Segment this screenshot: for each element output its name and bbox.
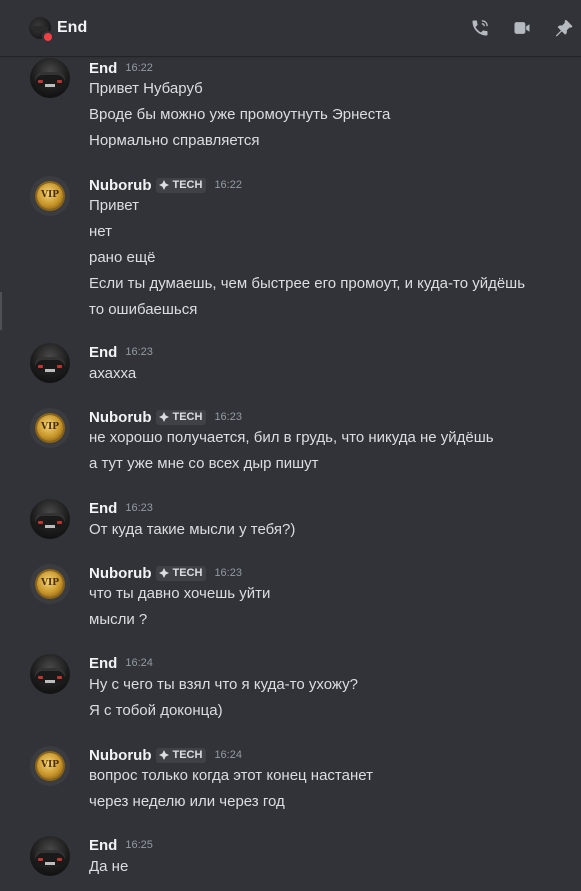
message-text: ахахха: [89, 365, 137, 382]
diamond-icon: [159, 750, 170, 760]
server-tag-badge[interactable]: TECH: [156, 177, 207, 193]
message-text: От куда такие мысли у тебя?): [89, 521, 296, 538]
message-text: Привет Нубаруб: [89, 80, 203, 97]
avatar-emblem-text: VIP: [41, 190, 59, 200]
message-author[interactable]: End: [89, 837, 117, 854]
message-text: то ошибаешься: [89, 301, 198, 318]
scroll-indicator: [0, 292, 2, 330]
diamond-icon: [159, 568, 170, 578]
message-timestamp[interactable]: 16:23: [214, 411, 242, 423]
message-timestamp[interactable]: 16:22: [214, 179, 242, 191]
server-tag-label: TECH: [172, 749, 203, 761]
message-author[interactable]: End: [89, 500, 117, 517]
message-author[interactable]: Nuborub: [89, 409, 151, 426]
message-timestamp[interactable]: 16:25: [125, 839, 153, 851]
user-avatar[interactable]: VIP: [30, 746, 70, 786]
message-text: рано ещё: [89, 249, 156, 266]
message-timestamp[interactable]: 16:22: [125, 62, 153, 74]
user-avatar[interactable]: VIP: [30, 408, 70, 448]
message-text: что ты давно хочешь уйти: [89, 585, 271, 602]
message-author[interactable]: End: [89, 655, 117, 672]
user-avatar[interactable]: [30, 654, 70, 694]
message-text: вопрос только когда этот конец настанет: [89, 767, 373, 784]
header-toolbar: [449, 17, 575, 39]
avatar-emblem-text: VIP: [41, 760, 59, 770]
message-author[interactable]: Nuborub: [89, 565, 151, 582]
video-camera-icon[interactable]: [511, 17, 533, 39]
message-author[interactable]: End: [89, 344, 117, 361]
diamond-icon: [159, 412, 170, 422]
message-text: Я с тобой доконца): [89, 702, 223, 719]
message-author[interactable]: Nuborub: [89, 747, 151, 764]
message-text: а тут уже мне со всех дыр пишут: [89, 455, 319, 472]
channel-title[interactable]: End: [57, 19, 87, 37]
channel-header: End: [0, 0, 581, 56]
avatar-emblem-text: VIP: [41, 578, 59, 588]
server-tag-badge[interactable]: TECH: [156, 747, 207, 763]
user-avatar[interactable]: [30, 58, 70, 98]
server-tag-badge[interactable]: TECH: [156, 565, 207, 581]
message-timestamp[interactable]: 16:23: [125, 502, 153, 514]
pin-icon[interactable]: [553, 17, 575, 39]
user-avatar[interactable]: VIP: [30, 176, 70, 216]
avatar-emblem-text: VIP: [41, 422, 59, 432]
message-timestamp[interactable]: 16:24: [214, 749, 242, 761]
server-tag-label: TECH: [172, 567, 203, 579]
message-list[interactable]: End 16:22 Привет Нубаруб Вроде бы можно …: [0, 56, 581, 891]
message-text: Да не: [89, 858, 129, 875]
message-text: нет: [89, 223, 112, 240]
message-text: Вроде бы можно уже промоутнуть Эрнеста: [89, 106, 391, 123]
message-timestamp[interactable]: 16:23: [214, 567, 242, 579]
server-tag-label: TECH: [172, 411, 203, 423]
message-timestamp[interactable]: 16:23: [125, 346, 153, 358]
message-text: Привет: [89, 197, 140, 214]
message-text: Ну с чего ты взял что я куда-то ухожу?: [89, 676, 358, 693]
message-text: через неделю или через год: [89, 793, 285, 810]
message-author[interactable]: Nuborub: [89, 177, 151, 194]
user-avatar[interactable]: [30, 836, 70, 876]
message-text: Если ты думаешь, чем быстрее его промоут…: [89, 275, 526, 292]
message-text: мысли ?: [89, 611, 148, 628]
message-text: Нормально справляется: [89, 132, 260, 149]
phone-call-icon[interactable]: [469, 17, 491, 39]
server-tag-badge[interactable]: TECH: [156, 409, 207, 425]
message-timestamp[interactable]: 16:24: [125, 657, 153, 669]
status-dnd-indicator: [42, 31, 54, 43]
message-text: не хорошо получается, бил в грудь, что н…: [89, 429, 494, 446]
message-author[interactable]: End: [89, 60, 117, 77]
diamond-icon: [159, 180, 170, 190]
user-avatar[interactable]: [30, 343, 70, 383]
server-tag-label: TECH: [172, 179, 203, 191]
user-avatar[interactable]: [30, 499, 70, 539]
user-avatar[interactable]: VIP: [30, 564, 70, 604]
